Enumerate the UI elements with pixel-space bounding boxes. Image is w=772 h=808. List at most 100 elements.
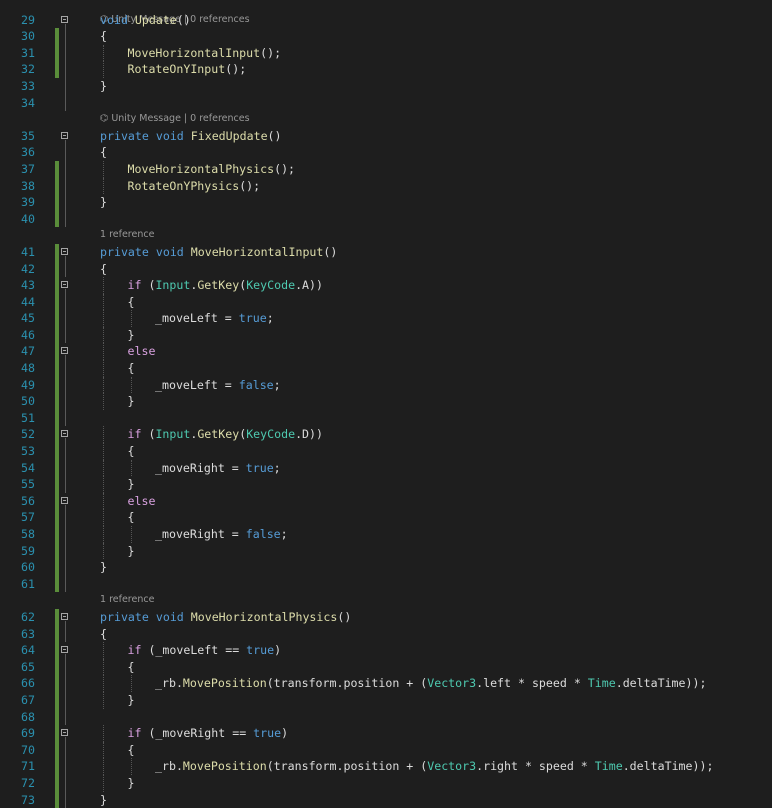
code-line[interactable]: 50} (0, 393, 772, 410)
code-line[interactable]: 37MoveHorizontalPhysics(); (0, 161, 772, 178)
code-text[interactable]: MoveHorizontalPhysics(); (128, 161, 296, 178)
code-text[interactable]: _rb.MovePosition(transform.position + (V… (155, 675, 706, 692)
codelens-top[interactable]: ⌬ Unity Message | 0 references (0, 0, 772, 12)
code-text[interactable]: MoveHorizontalInput(); (128, 45, 282, 62)
code-line[interactable]: 58_moveRight = false; (0, 526, 772, 543)
code-text[interactable]: if (Input.GetKey(KeyCode.A)) (128, 277, 324, 294)
code-line[interactable]: 65{ (0, 659, 772, 676)
code-line[interactable]: 72} (0, 775, 772, 792)
code-line[interactable]: 68 (0, 709, 772, 726)
code-line[interactable]: 55} (0, 476, 772, 493)
code-text[interactable]: } (128, 543, 135, 560)
code-line[interactable]: 73} (0, 792, 772, 808)
code-text[interactable]: { (128, 443, 135, 460)
code-line[interactable]: 60} (0, 559, 772, 576)
code-text[interactable]: if (_moveLeft == true) (128, 642, 282, 659)
code-line[interactable]: 49_moveLeft = false; (0, 377, 772, 394)
code-line[interactable]: 61 (0, 576, 772, 593)
code-text[interactable]: void Update() (100, 12, 191, 29)
code-text[interactable]: else (128, 343, 156, 360)
code-text[interactable]: private void FixedUpdate() (100, 128, 282, 145)
code-line[interactable]: 39} (0, 194, 772, 211)
code-line[interactable]: 38RotateOnYPhysics(); (0, 178, 772, 195)
code-line[interactable]: 59} (0, 543, 772, 560)
codelens[interactable]: ⌬ Unity Message | 0 references (0, 111, 772, 128)
collapse-minus-icon[interactable] (61, 646, 68, 653)
code-text[interactable]: } (128, 692, 135, 709)
code-line[interactable]: 70{ (0, 742, 772, 759)
codelens-text[interactable]: ⌬ Unity Message | 0 references (100, 111, 250, 128)
code-line[interactable]: 71_rb.MovePosition(transform.position + … (0, 758, 772, 775)
collapse-minus-icon[interactable] (61, 497, 68, 504)
code-line[interactable]: 46} (0, 327, 772, 344)
code-text[interactable]: } (128, 775, 135, 792)
code-text[interactable]: { (100, 626, 107, 643)
code-text[interactable]: } (100, 559, 107, 576)
codelens-text[interactable]: 1 reference (100, 592, 154, 609)
codelens-text[interactable]: 1 reference (100, 227, 154, 244)
collapse-minus-icon[interactable] (61, 729, 68, 736)
code-text[interactable]: _moveLeft = true; (155, 310, 274, 327)
collapse-minus-icon[interactable] (61, 16, 68, 23)
code-line[interactable]: 53{ (0, 443, 772, 460)
code-text[interactable]: _moveLeft = false; (155, 377, 281, 394)
code-text[interactable]: if (Input.GetKey(KeyCode.D)) (128, 426, 324, 443)
code-line[interactable]: 56else (0, 493, 772, 510)
code-text[interactable]: RotateOnYInput(); (128, 61, 247, 78)
code-line[interactable]: 31MoveHorizontalInput(); (0, 45, 772, 62)
code-line[interactable]: 29void Update() (0, 12, 772, 29)
code-line[interactable]: 47else (0, 343, 772, 360)
code-line[interactable]: 51 (0, 410, 772, 427)
code-text[interactable]: } (128, 393, 135, 410)
code-line[interactable]: 42{ (0, 261, 772, 278)
code-line[interactable]: 57{ (0, 509, 772, 526)
code-line[interactable]: 67} (0, 692, 772, 709)
code-line[interactable]: 34 (0, 95, 772, 112)
code-text[interactable]: if (_moveRight == true) (128, 725, 289, 742)
code-text[interactable]: { (128, 509, 135, 526)
code-line[interactable]: 66_rb.MovePosition(transform.position + … (0, 675, 772, 692)
collapse-minus-icon[interactable] (61, 132, 68, 139)
code-text[interactable]: { (100, 261, 107, 278)
code-text[interactable]: { (100, 28, 107, 45)
code-line[interactable]: 62private void MoveHorizontalPhysics() (0, 609, 772, 626)
code-line[interactable]: 43if (Input.GetKey(KeyCode.A)) (0, 277, 772, 294)
collapse-minus-icon[interactable] (61, 281, 68, 288)
code-text[interactable]: RotateOnYPhysics(); (128, 178, 261, 195)
code-line[interactable]: 36{ (0, 144, 772, 161)
code-line[interactable]: 32RotateOnYInput(); (0, 61, 772, 78)
code-line[interactable]: 40 (0, 211, 772, 228)
code-text[interactable]: { (128, 742, 135, 759)
code-text[interactable]: } (100, 78, 107, 95)
code-text[interactable]: } (100, 792, 107, 808)
code-text[interactable]: else (128, 493, 156, 510)
code-line[interactable]: 54_moveRight = true; (0, 460, 772, 477)
code-text[interactable]: _rb.MovePosition(transform.position + (V… (155, 758, 713, 775)
code-line[interactable]: 44{ (0, 294, 772, 311)
code-text[interactable]: } (128, 476, 135, 493)
code-text[interactable]: { (128, 360, 135, 377)
code-line[interactable]: 69if (_moveRight == true) (0, 725, 772, 742)
code-line[interactable]: 64if (_moveLeft == true) (0, 642, 772, 659)
code-text[interactable]: } (100, 194, 107, 211)
code-editor[interactable]: ⌬ Unity Message | 0 references 29void Up… (0, 0, 772, 808)
code-line[interactable]: 30{ (0, 28, 772, 45)
code-line[interactable]: 33} (0, 78, 772, 95)
collapse-minus-icon[interactable] (61, 430, 68, 437)
codelens[interactable]: 1 reference (0, 227, 772, 244)
code-text[interactable]: } (128, 327, 135, 344)
code-text[interactable]: { (128, 659, 135, 676)
collapse-minus-icon[interactable] (61, 248, 68, 255)
collapse-minus-icon[interactable] (61, 613, 68, 620)
code-line[interactable]: 52if (Input.GetKey(KeyCode.D)) (0, 426, 772, 443)
code-text[interactable]: { (128, 294, 135, 311)
code-text[interactable]: private void MoveHorizontalInput() (100, 244, 337, 261)
code-line[interactable]: 41private void MoveHorizontalInput() (0, 244, 772, 261)
code-line[interactable]: 63{ (0, 626, 772, 643)
codelens[interactable]: 1 reference (0, 592, 772, 609)
code-text[interactable]: _moveRight = false; (155, 526, 288, 543)
code-text[interactable]: { (100, 144, 107, 161)
code-line[interactable]: 48{ (0, 360, 772, 377)
code-line[interactable]: 45_moveLeft = true; (0, 310, 772, 327)
code-text[interactable]: _moveRight = true; (155, 460, 281, 477)
